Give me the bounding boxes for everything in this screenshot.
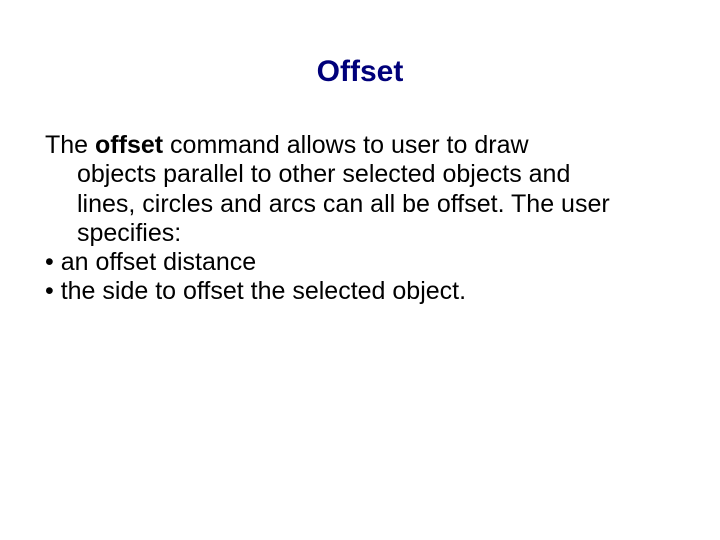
bullet-offset-distance: • an offset distance (45, 248, 675, 277)
bullet-offset-side: • the side to offset the selected object… (45, 277, 675, 306)
intro-line2: objects parallel to other selected objec… (45, 160, 675, 189)
command-name: offset (95, 131, 163, 159)
slide-body: The offset command allows to user to dra… (45, 131, 675, 307)
intro-rest-line1: command allows to user to draw (163, 131, 528, 159)
slide-title: Offset (45, 55, 675, 89)
intro-line3: lines, circles and arcs can all be offse… (45, 190, 675, 219)
slide: Offset The offset command allows to user… (0, 0, 720, 540)
intro-paragraph: The offset command allows to user to dra… (45, 131, 675, 248)
intro-lead: The (45, 131, 95, 159)
intro-line4: specifies: (45, 219, 675, 248)
